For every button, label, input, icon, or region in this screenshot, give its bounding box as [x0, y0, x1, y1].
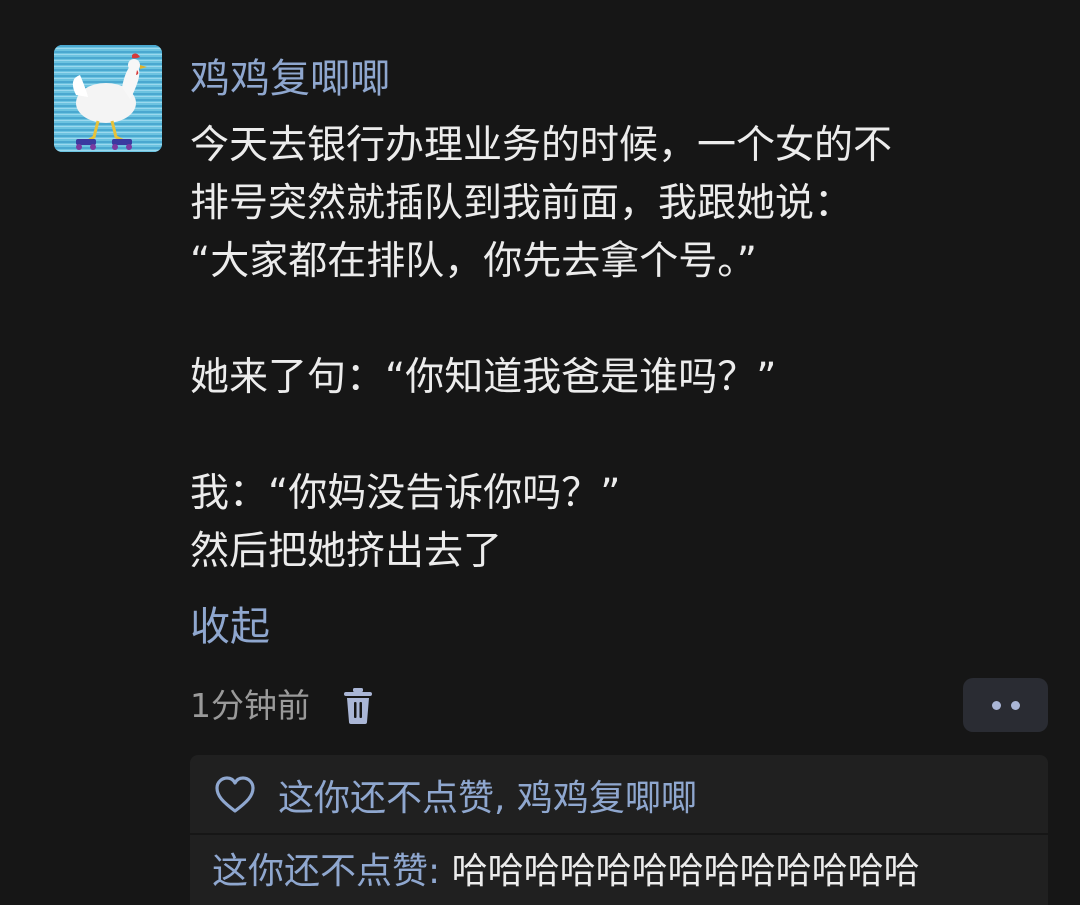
- delete-button[interactable]: [344, 686, 376, 726]
- comment-item[interactable]: 这你还不点赞: 哈哈哈哈哈哈哈哈哈哈哈哈哈: [212, 847, 920, 897]
- post-line: “大家都在排队，你先去拿个号。”: [190, 239, 757, 284]
- reply-section: 这你还不点赞, 鸡鸡复唧唧 这你还不点赞: 哈哈哈哈哈哈哈哈哈哈哈哈哈: [190, 755, 1048, 905]
- collapse-link[interactable]: 收起: [190, 598, 270, 656]
- post-line-blank: [190, 291, 1050, 349]
- like-prompt: 这你还不点赞, 鸡鸡复唧唧: [278, 769, 697, 821]
- post-line: 排号突然就插队到我前面，我跟她说：: [190, 181, 854, 226]
- post-line-blank: [190, 407, 1050, 465]
- post-line: 她来了句：“你知道我爸是谁吗？”: [190, 355, 777, 400]
- heart-outline-icon: [215, 776, 255, 813]
- more-dots-icon: [1010, 700, 1020, 710]
- post-line: 我：“你妈没告诉你吗？”: [190, 471, 621, 516]
- post-line: 然后把她挤出去了: [190, 529, 503, 574]
- more-options-button[interactable]: [963, 678, 1048, 732]
- comment-author[interactable]: 这你还不点赞:: [212, 851, 440, 892]
- post-meta: 1分钟前: [190, 682, 376, 730]
- like-prompt-user[interactable]: 鸡鸡复唧唧: [517, 778, 697, 819]
- post-page: 鸡鸡复唧唧 今天去银行办理业务的时候，一个女的不 排号突然就插队到我前面，我跟她…: [0, 0, 1080, 905]
- comment-text: 哈哈哈哈哈哈哈哈哈哈哈哈哈: [451, 851, 920, 892]
- user-avatar[interactable]: [54, 45, 162, 152]
- post-content: 今天去银行办理业务的时候，一个女的不 排号突然就插队到我前面，我跟她说： “大家…: [190, 117, 1050, 581]
- more-dots-icon: [991, 700, 1001, 710]
- chicken-avatar-icon: [54, 45, 162, 152]
- like-prompt-text: 这你还不点赞,: [278, 778, 506, 819]
- post-line: 今天去银行办理业务的时候，一个女的不: [190, 123, 893, 168]
- username-link[interactable]: 鸡鸡复唧唧: [190, 52, 390, 106]
- post-timestamp: 1分钟前: [190, 686, 310, 725]
- divider: [190, 833, 1048, 835]
- like-row: 这你还不点赞, 鸡鸡复唧唧: [214, 767, 697, 823]
- trash-icon: [344, 688, 372, 724]
- like-button[interactable]: [214, 775, 258, 815]
